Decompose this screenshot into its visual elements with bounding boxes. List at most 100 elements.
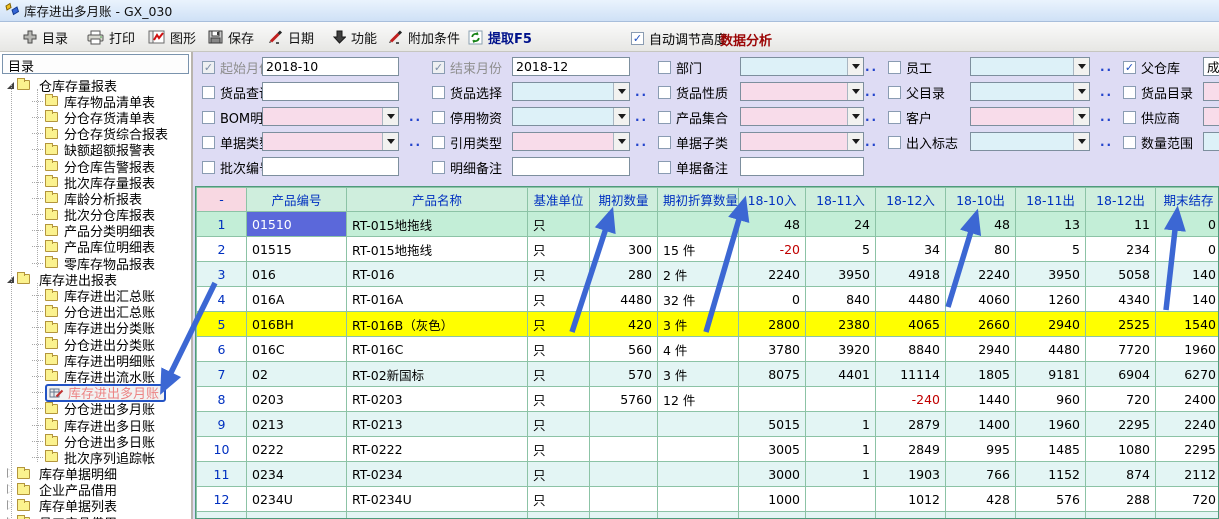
cell-期末结存[interactable]: 1960 — [1156, 337, 1219, 362]
cell-18-10入[interactable] — [739, 387, 806, 412]
cell-产品编号[interactable]: 0203 — [247, 387, 347, 412]
cell-18-12出[interactable]: 2295 — [1086, 412, 1156, 437]
cell-产品编号[interactable]: 016 — [247, 262, 347, 287]
cell-18-10出[interactable]: 4060 — [946, 287, 1016, 312]
cell-期末结存[interactable]: 140 — [1156, 262, 1219, 287]
cell-期初数量[interactable]: 300 — [590, 237, 658, 262]
cell-基准单位[interactable]: 只 — [528, 212, 590, 237]
cell-18-12出[interactable]: 7720 — [1086, 337, 1156, 362]
cell-产品名称[interactable]: RT-0203 — [347, 387, 528, 412]
cell-期末结存[interactable]: 1540 — [1156, 312, 1219, 337]
cell-18-12入[interactable]: 11114 — [876, 362, 946, 387]
row-number[interactable]: 9 — [197, 412, 247, 437]
cell-期初数量[interactable]: 280 — [590, 262, 658, 287]
row-number[interactable]: 7 — [197, 362, 247, 387]
data-analysis-link[interactable]: 数据分析 — [720, 30, 772, 49]
filter-dropdown-部门[interactable] — [740, 57, 864, 76]
cell-18-12出[interactable]: 2525 — [1086, 312, 1156, 337]
cell-期初数量[interactable]: 5760 — [590, 387, 658, 412]
auto-height-checkbox[interactable] — [631, 32, 644, 45]
cell-期初折算数量[interactable] — [658, 512, 739, 519]
cell-产品编号[interactable]: 0261 — [247, 512, 347, 519]
cell-产品名称[interactable]: RT-016A — [347, 287, 528, 312]
cell-18-11出[interactable]: 1960 — [1016, 412, 1086, 437]
cell-期初折算数量[interactable]: 3 件 — [658, 312, 739, 337]
column-header-期初折算数量[interactable]: 期初折算数量 — [658, 188, 739, 212]
cell-18-11入[interactable] — [806, 487, 876, 512]
cell-期末结存[interactable]: 720 — [1156, 487, 1219, 512]
cell-期初折算数量[interactable] — [658, 212, 739, 237]
cell-18-12入[interactable]: 2849 — [876, 437, 946, 462]
filter-dropdown-员工[interactable] — [970, 57, 1090, 76]
cell-基准单位[interactable]: 只 — [528, 337, 590, 362]
cell-18-12入[interactable]: 34 — [876, 237, 946, 262]
cell-产品编号[interactable]: 0213 — [247, 412, 347, 437]
filter-checkbox[interactable] — [658, 86, 671, 99]
cell-18-10入[interactable]: 2800 — [739, 312, 806, 337]
filter-checkbox[interactable] — [658, 111, 671, 124]
cell-18-12入[interactable]: 8840 — [876, 337, 946, 362]
chevron-down-icon[interactable] — [1073, 58, 1089, 75]
column-header-期末结存[interactable]: 期末结存 — [1156, 188, 1219, 212]
filter-checkbox[interactable] — [1123, 111, 1136, 124]
cell-18-12入[interactable]: 4065 — [876, 312, 946, 337]
cell-18-12出[interactable]: 288 — [1086, 487, 1156, 512]
filter-checkbox[interactable] — [1123, 86, 1136, 99]
cell-产品编号[interactable]: 0222 — [247, 437, 347, 462]
date-button[interactable]: 日期 — [263, 25, 319, 49]
cell-18-10入[interactable]: 1000 — [739, 487, 806, 512]
filter-checkbox[interactable] — [432, 161, 445, 174]
tree-item[interactable]: 缺额超额报警表 — [0, 142, 191, 158]
cell-18-10出[interactable]: 1400 — [946, 412, 1016, 437]
cell-基准单位[interactable]: 只 — [528, 487, 590, 512]
filter-checkbox[interactable] — [432, 111, 445, 124]
cell-18-11出[interactable]: 13 — [1016, 212, 1086, 237]
fetch-f5-button[interactable]: 提取F5 — [463, 25, 537, 49]
cell-18-10入[interactable]: -20 — [739, 237, 806, 262]
filter-checkbox[interactable] — [658, 136, 671, 149]
tree-group-item[interactable]: 库存进出报表 — [0, 271, 191, 287]
cell-期初数量[interactable]: 560 — [590, 337, 658, 362]
row-number[interactable]: 12 — [197, 487, 247, 512]
cell-基准单位[interactable]: 只 — [528, 512, 590, 519]
cell-期初数量[interactable] — [590, 412, 658, 437]
tree-item[interactable]: 批次库存量报表 — [0, 174, 191, 190]
cell-期末结存[interactable]: 2295 — [1156, 437, 1219, 462]
cell-期末结存[interactable]: 2400 — [1156, 387, 1219, 412]
cell-期初数量[interactable] — [590, 462, 658, 487]
cell-期末结存[interactable]: 0 — [1156, 212, 1219, 237]
cell-基准单位[interactable]: 只 — [528, 387, 590, 412]
cell-18-10入[interactable]: 2000 — [739, 512, 806, 519]
cell-18-11入[interactable]: 3006 — [806, 512, 876, 519]
tree-item[interactable]: 库存进出多日账 — [0, 417, 191, 433]
row-number[interactable]: 11 — [197, 462, 247, 487]
filter-checkbox[interactable] — [202, 61, 215, 74]
cell-18-10入[interactable]: 3000 — [739, 462, 806, 487]
filter-dropdown-产品集合[interactable] — [740, 107, 864, 126]
cell-期初数量[interactable] — [590, 512, 658, 519]
cell-期末结存[interactable]: 480 — [1156, 512, 1219, 519]
cell-期末结存[interactable]: 0 — [1156, 237, 1219, 262]
filter-dropdown-引用类型[interactable] — [512, 132, 630, 151]
cell-18-11入[interactable]: 3950 — [806, 262, 876, 287]
filter-input-结束月份[interactable] — [512, 57, 630, 76]
catalog-button[interactable]: 目录 — [18, 25, 73, 49]
tree-item[interactable]: 库存进出多月账 — [0, 385, 191, 401]
cell-18-12出[interactable]: 11 — [1086, 212, 1156, 237]
cell-18-11入[interactable]: 4401 — [806, 362, 876, 387]
filter-input-单据备注[interactable] — [740, 157, 864, 176]
cell-18-11出[interactable]: 960 — [1016, 387, 1086, 412]
tree-item[interactable]: 分仓库告警报表 — [0, 158, 191, 174]
cell-产品名称[interactable]: RT-0261小夜灯 — [347, 512, 528, 519]
cell-18-12入[interactable]: 1903 — [876, 462, 946, 487]
row-number[interactable]: 8 — [197, 387, 247, 412]
filter-dropdown-客户[interactable] — [970, 107, 1090, 126]
cell-18-12入[interactable]: 4480 — [876, 287, 946, 312]
filter-dropdown-单据类型[interactable] — [262, 132, 399, 151]
cell-期末结存[interactable]: 6270 — [1156, 362, 1219, 387]
filter-dropdown-单据子类[interactable] — [740, 132, 864, 151]
filter-checkbox[interactable] — [202, 161, 215, 174]
cell-基准单位[interactable]: 只 — [528, 437, 590, 462]
cell-产品名称[interactable]: RT-0213 — [347, 412, 528, 437]
cell-18-10出[interactable]: 766 — [946, 462, 1016, 487]
